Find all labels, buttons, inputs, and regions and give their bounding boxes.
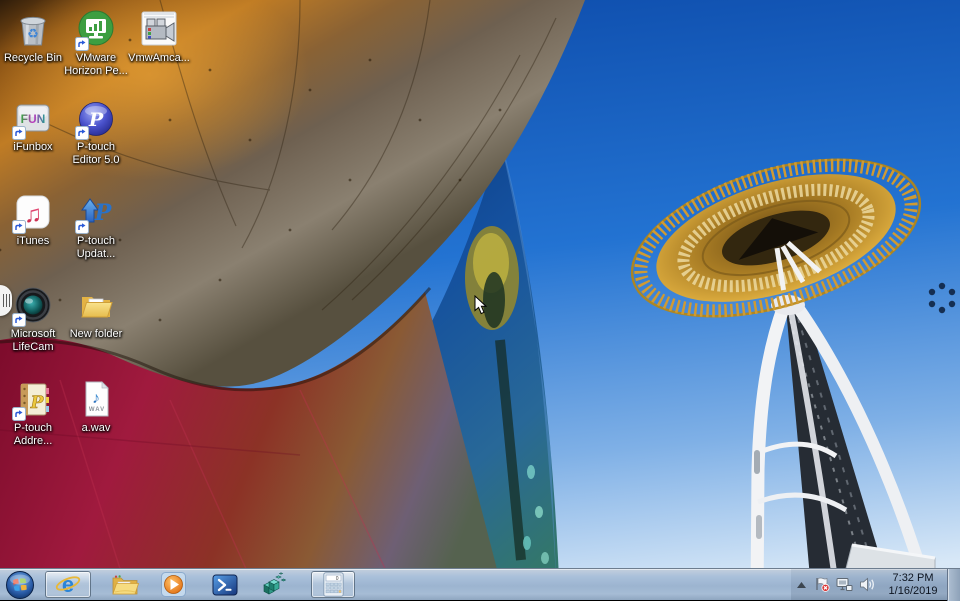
- dots-drag-handle[interactable]: [925, 279, 959, 317]
- network-button[interactable]: [833, 569, 856, 600]
- six-dots-icon: [925, 279, 959, 317]
- icon-label: Recycle Bin: [0, 52, 66, 65]
- folder-icon: [111, 573, 139, 597]
- address-book-icon: P: [13, 379, 53, 419]
- desktop-icon-vmwamca[interactable]: VmwAmca...: [126, 9, 192, 65]
- speaker-icon: [859, 577, 876, 592]
- svg-text:P: P: [88, 109, 104, 131]
- shortcut-arrow-icon: [12, 126, 26, 140]
- calculator-icon: 0: [323, 572, 344, 597]
- icon-label: P-touch Updat...: [63, 235, 129, 261]
- icon-label: P-touch Addre...: [0, 422, 66, 448]
- svg-text:e: e: [62, 572, 74, 597]
- icon-label: iTunes: [0, 235, 66, 248]
- desktop-icon-ptouch-address[interactable]: P P-touch Addre...: [0, 379, 66, 448]
- taskbar-explorer-button[interactable]: [105, 571, 145, 599]
- taskbar-powershell-button[interactable]: [205, 571, 245, 599]
- wav-file-icon: ♪ WAV: [76, 379, 116, 419]
- mouse-cursor: [474, 295, 487, 315]
- shortcut-arrow-icon: [12, 313, 26, 327]
- video-camera-icon: [139, 9, 179, 49]
- svg-text:♪: ♪: [92, 390, 100, 407]
- shortcut-arrow-icon: [75, 220, 89, 234]
- taskbar-internet-explorer-button[interactable]: e: [45, 571, 91, 598]
- desktop-icon-ptouch-editor[interactable]: P P-touch Editor 5.0: [63, 98, 129, 167]
- itunes-icon: ♫: [13, 192, 53, 232]
- shortcut-arrow-icon: [12, 407, 26, 421]
- desktop-icon-ifunbox[interactable]: FUN iFunbox: [0, 98, 66, 154]
- flag-icon: [814, 577, 830, 592]
- taskbar: e: [0, 568, 960, 600]
- chevron-up-icon: [797, 582, 806, 588]
- svg-text:P: P: [30, 393, 45, 413]
- system-tray: 7:32 PM 1/16/2019: [791, 569, 960, 600]
- folder-icon: [76, 285, 116, 325]
- desktop-icon-a-wav[interactable]: ♪ WAV a.wav: [63, 379, 129, 435]
- svg-text:0: 0: [335, 576, 338, 582]
- recycle-bin-icon: ♻: [13, 9, 53, 49]
- desktop-icon-new-folder[interactable]: New folder: [63, 285, 129, 341]
- show-desktop-button[interactable]: [947, 569, 960, 601]
- shortcut-arrow-icon: [12, 220, 26, 234]
- shortcut-arrow-icon: [75, 126, 89, 140]
- svg-text:WAV: WAV: [89, 407, 105, 413]
- taskbar-media-player-button[interactable]: [153, 571, 193, 599]
- volume-button[interactable]: [856, 569, 879, 600]
- ifunbox-icon: FUN: [13, 98, 53, 138]
- taskbar-calculator-button[interactable]: 0: [311, 571, 355, 598]
- vmware-horizon-icon: [76, 9, 116, 49]
- desktop-icon-vmware-horizon[interactable]: VMware Horizon Pe...: [63, 9, 129, 78]
- icon-label: Microsoft LifeCam: [0, 328, 66, 354]
- icon-label: iFunbox: [0, 141, 66, 154]
- svg-text:♫: ♫: [24, 201, 42, 228]
- svg-text:FUN: FUN: [21, 112, 46, 126]
- taskbar-registry-editor-button[interactable]: [253, 571, 293, 599]
- icon-label: New folder: [63, 328, 129, 341]
- icon-label: VMware Horizon Pe...: [63, 52, 129, 78]
- powershell-icon: [212, 573, 238, 597]
- lifecam-icon: [13, 285, 53, 325]
- icon-label: a.wav: [63, 422, 129, 435]
- start-button[interactable]: [3, 570, 37, 600]
- svg-text:P: P: [94, 200, 113, 226]
- svg-text:♻: ♻: [27, 26, 39, 41]
- icon-label: VmwAmca...: [126, 52, 192, 65]
- grip-lines-icon: [3, 294, 10, 307]
- action-center-button[interactable]: [811, 569, 833, 600]
- registry-cubes-icon: [260, 571, 287, 598]
- taskbar-clock[interactable]: 7:32 PM 1/16/2019: [882, 572, 944, 598]
- media-player-icon: [160, 571, 187, 598]
- desktop-icon-ptouch-update[interactable]: P P-touch Updat...: [63, 192, 129, 261]
- internet-explorer-icon: e: [55, 572, 81, 598]
- icon-label: P-touch Editor 5.0: [63, 141, 129, 167]
- show-hidden-icons-button[interactable]: [791, 569, 811, 600]
- ptouch-editor-icon: P: [76, 98, 116, 138]
- network-icon: [836, 577, 853, 592]
- ptouch-update-icon: P: [76, 192, 116, 232]
- desktop-icon-itunes[interactable]: ♫ iTunes: [0, 192, 66, 248]
- shortcut-arrow-icon: [75, 37, 89, 51]
- clock-time: 7:32 PM: [882, 572, 944, 585]
- clock-date: 1/16/2019: [882, 585, 944, 598]
- windows-orb-icon: [5, 570, 35, 600]
- desktop-icon-recycle-bin[interactable]: ♻ Recycle Bin: [0, 9, 66, 65]
